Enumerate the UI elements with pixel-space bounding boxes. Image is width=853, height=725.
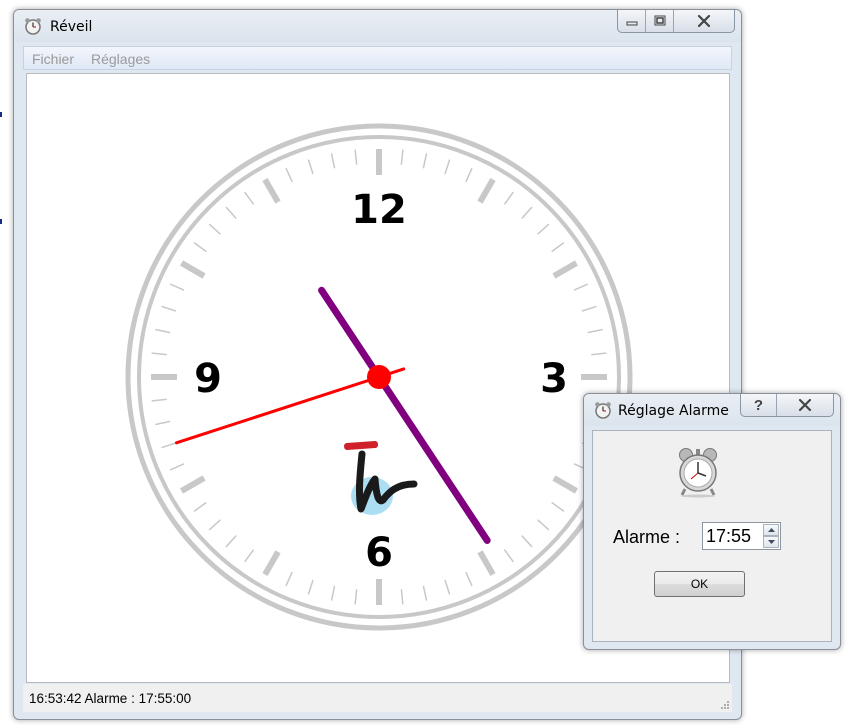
alarm-clock-icon (595, 402, 611, 419)
minimize-icon (626, 21, 637, 26)
status-text: 16:53:42 Alarme : 17:55:00 (29, 691, 192, 706)
alarm-time-spinbox (702, 522, 781, 550)
status-bar: 16:53:42 Alarme : 17:55:00 (23, 684, 732, 712)
caption-buttons (617, 10, 735, 33)
numeral-9: 9 (194, 356, 222, 402)
dialog-content: Alarme : OK (592, 430, 832, 642)
spin-up-icon (767, 528, 775, 532)
window-title: Réveil (50, 19, 93, 35)
numeral-6: 6 (365, 530, 393, 576)
menu-fichier[interactable]: Fichier (32, 51, 74, 67)
alarm-clock-icon (25, 18, 41, 35)
spin-down-button[interactable] (763, 536, 779, 548)
alarm-label: Alarme : (613, 527, 681, 547)
dialog-close-button[interactable] (777, 394, 833, 416)
alarm-clock-icon (679, 448, 717, 498)
help-icon: ? (753, 396, 764, 414)
dialog-title-bar[interactable]: Réglage Alarme ? (584, 394, 840, 426)
numeral-3: 3 (540, 356, 568, 402)
background-mark (0, 112, 2, 117)
close-icon (798, 398, 812, 412)
alarm-time-input[interactable] (705, 525, 762, 547)
dialog-caption-buttons: ? (740, 394, 834, 417)
minimize-button[interactable] (618, 10, 646, 32)
clock-center (367, 365, 391, 389)
numeral-12: 12 (351, 187, 407, 233)
menu-bar: Fichier Réglages (23, 46, 732, 70)
help-button[interactable]: ? (741, 394, 777, 416)
title-bar[interactable]: Réveil (14, 10, 741, 42)
size-grip-icon[interactable] (720, 700, 730, 710)
alarm-dialog: Réglage Alarme ? Alarme : 17:55 OK (583, 393, 841, 650)
close-button[interactable] (674, 10, 734, 32)
maximize-button[interactable] (646, 10, 674, 32)
dialog-title: Réglage Alarme (618, 403, 729, 419)
close-icon (697, 14, 711, 28)
spin-up-button[interactable] (763, 524, 779, 536)
menu-reglages[interactable]: Réglages (91, 51, 150, 67)
maximize-icon (654, 15, 665, 26)
spin-down-icon (767, 540, 775, 544)
ok-button[interactable]: OK (654, 571, 745, 597)
background-mark (0, 219, 2, 224)
